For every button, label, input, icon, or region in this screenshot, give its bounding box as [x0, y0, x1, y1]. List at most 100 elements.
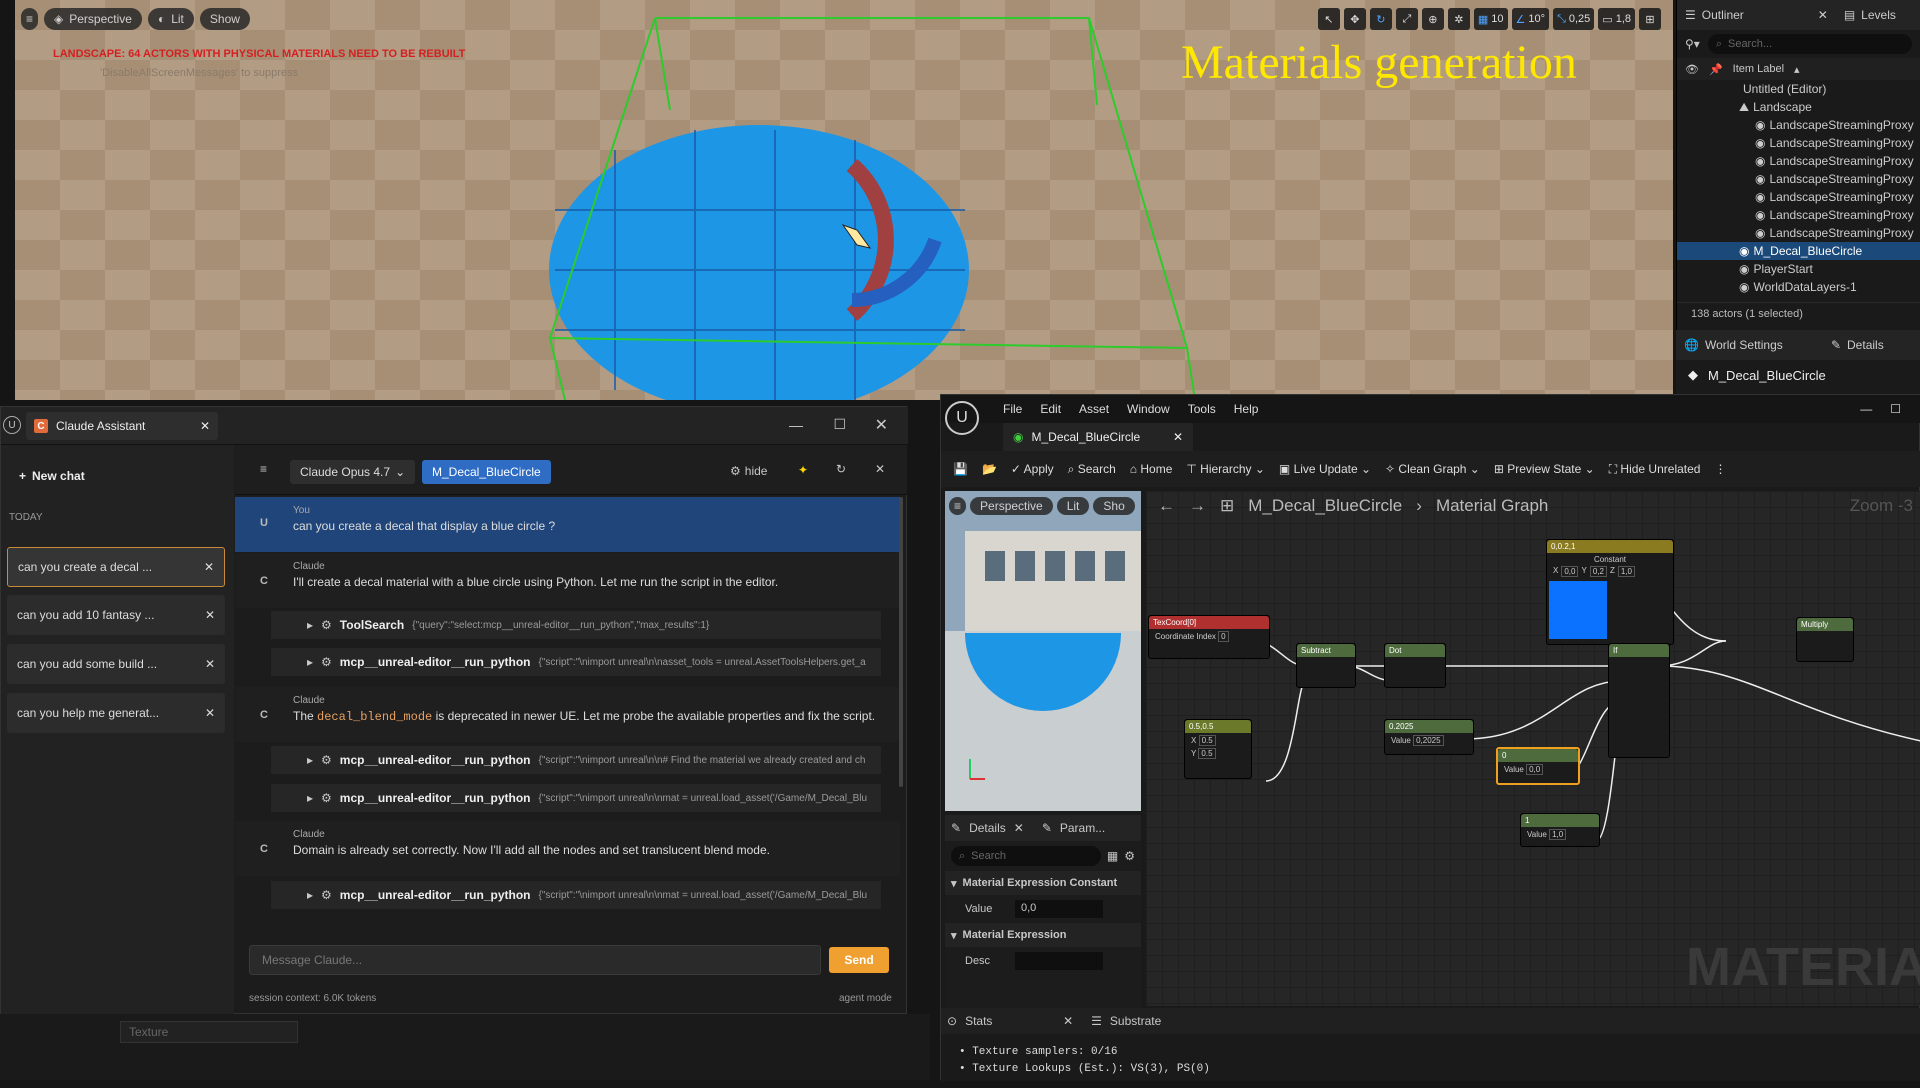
outliner-row[interactable]: ◉ LandscapeStreamingProxy: [1677, 134, 1920, 152]
outliner-row[interactable]: ⛰ Landscape: [1677, 98, 1920, 116]
send-button[interactable]: Send: [829, 947, 889, 973]
preview-perspective-button[interactable]: Perspective: [970, 497, 1053, 515]
live-update-button[interactable]: ▣ Live Update ⌄: [1279, 462, 1371, 476]
delete-icon[interactable]: ✕: [204, 560, 214, 574]
substrate-tab[interactable]: Substrate: [1110, 1014, 1161, 1028]
perspective-button[interactable]: ◈ Perspective: [44, 8, 142, 30]
more-options-icon[interactable]: ⋮: [1714, 462, 1726, 476]
value-field[interactable]: 0,0: [1015, 900, 1103, 918]
close-icon[interactable]: ✕: [1014, 821, 1024, 835]
model-selector[interactable]: Claude Opus 4.7 ⌄: [290, 460, 416, 484]
menu-file[interactable]: File: [1003, 402, 1022, 416]
material-graph[interactable]: ← → ⊞ M_Decal_BlueCircle › Material Grap…: [1146, 491, 1920, 1006]
tool-call-row[interactable]: ▸ ⚙ mcp__unreal-editor__run_python {"scrip…: [271, 648, 881, 676]
close-icon[interactable]: ✕: [1063, 1014, 1073, 1028]
minimize-icon[interactable]: —: [1860, 402, 1872, 416]
preview-state-button[interactable]: ⊞ Preview State ⌄: [1494, 462, 1595, 476]
value-field[interactable]: 1,0: [1549, 829, 1567, 840]
scale-snap-button[interactable]: ⤡ 0,25: [1553, 8, 1595, 30]
material-asset-tab[interactable]: ◉ M_Decal_BlueCircle ✕: [1003, 423, 1193, 451]
move-icon[interactable]: ✥: [1343, 8, 1366, 30]
outliner-row[interactable]: ◉ LandscapeStreamingProxy: [1677, 188, 1920, 206]
outliner-row[interactable]: Untitled (Editor): [1677, 80, 1920, 98]
outliner-row[interactable]: ◉ PlayerStart: [1677, 260, 1920, 278]
sparkle-icon[interactable]: ✦: [798, 463, 808, 477]
outliner-row[interactable]: ◉ LandscapeStreamingProxy: [1677, 170, 1920, 188]
lit-button[interactable]: ◐ Lit: [147, 8, 194, 30]
select-mode-icon[interactable]: ↖: [1317, 8, 1340, 30]
refresh-icon[interactable]: ↻: [836, 462, 846, 476]
rotate-icon[interactable]: ↻: [1369, 8, 1392, 30]
save-icon[interactable]: 💾: [953, 462, 968, 476]
world-settings-tab[interactable]: World Settings: [1705, 338, 1825, 352]
z-value-field[interactable]: 1,0: [1617, 566, 1635, 577]
history-item[interactable]: can you add some build ... ✕: [7, 644, 225, 684]
settings-gear-icon[interactable]: ⚙: [1124, 849, 1135, 863]
stats-tab[interactable]: Stats: [965, 1014, 1055, 1028]
delete-icon[interactable]: ✕: [205, 706, 215, 720]
message-input[interactable]: Message Claude...: [249, 945, 821, 975]
filter-icon[interactable]: ⚲▾: [1685, 37, 1700, 51]
home-button[interactable]: ⌂ Home: [1130, 462, 1173, 476]
details-tab[interactable]: Details: [969, 821, 1006, 835]
value-field[interactable]: 0,2025: [1413, 735, 1444, 746]
camera-speed-button[interactable]: ▭ 1,8: [1598, 8, 1635, 30]
tool-call-row[interactable]: ▸ ⚙ mcp__unreal-editor__run_python {"scrip…: [271, 746, 881, 774]
x-value-field[interactable]: 0,0: [1561, 566, 1579, 577]
clean-graph-button[interactable]: ✧ Clean Graph ⌄: [1385, 462, 1480, 476]
menu-tools[interactable]: Tools: [1188, 402, 1216, 416]
menu-icon[interactable]: ≡: [260, 462, 267, 476]
menu-help[interactable]: Help: [1234, 402, 1259, 416]
preview-lit-button[interactable]: Lit: [1056, 497, 1090, 515]
outliner-row[interactable]: ◉ LandscapeStreamingProxy: [1677, 152, 1920, 170]
viewport-layout-icon[interactable]: ⊞: [1639, 8, 1661, 30]
dot-node[interactable]: Dot: [1384, 643, 1446, 688]
constant-2025-node[interactable]: 0.2025 Value 0,2025: [1384, 719, 1474, 755]
constant2-node[interactable]: 0.5,0.5 X 0.5 Y 0.5: [1184, 719, 1252, 779]
close-icon[interactable]: ✕: [1818, 8, 1828, 22]
constant-1-node[interactable]: 1 Value 1,0: [1520, 813, 1600, 847]
delete-icon[interactable]: ✕: [205, 657, 215, 671]
scale-icon[interactable]: ⤢: [1395, 8, 1418, 30]
if-node[interactable]: If: [1608, 643, 1670, 758]
close-tab-icon[interactable]: ✕: [1173, 430, 1183, 444]
texcoord-node[interactable]: TexCoord[0] Coordinate Index 0: [1148, 615, 1270, 659]
tool-call-row[interactable]: ▸ ⚙ ToolSearch {"query":"select:mcp__unrea…: [271, 611, 881, 639]
tool-call-row[interactable]: ▸ ⚙ mcp__unreal-editor__run_python {"scrip…: [271, 784, 881, 812]
texture-field[interactable]: Texture: [120, 1021, 298, 1043]
outliner-row[interactable]: ◉ LandscapeStreamingProxy: [1677, 116, 1920, 134]
delete-icon[interactable]: ✕: [205, 608, 215, 622]
level-viewport[interactable]: ≡ ◈ Perspective ◐ Lit Show ↖ ✥ ↻ ⤢ ⊕ ✲ ▦ 10…: [15, 0, 1673, 400]
tool-call-row[interactable]: ▸ ⚙ mcp__unreal-editor__run_python {"scrip…: [271, 881, 881, 909]
desc-field[interactable]: [1015, 952, 1103, 970]
section-expression-constant[interactable]: ▾ Material Expression Constant: [945, 871, 1141, 895]
maximize-icon[interactable]: ☐: [1890, 402, 1901, 416]
history-item[interactable]: can you add 10 fantasy ... ✕: [7, 595, 225, 635]
close-window-icon[interactable]: ✕: [875, 415, 888, 435]
preview-show-button[interactable]: Sho: [1093, 497, 1135, 515]
hide-button[interactable]: ⚙ hide: [730, 464, 767, 478]
table-view-icon[interactable]: ▦: [1107, 849, 1118, 863]
browse-icon[interactable]: 📂: [982, 462, 997, 476]
y-value-field[interactable]: 0.5: [1198, 748, 1216, 759]
hamburger-menu-button[interactable]: ≡: [21, 8, 39, 30]
constant3vector-node[interactable]: 0,0.2,1 Constant X 0,0 Y 0,2 Z 1,0: [1546, 539, 1674, 645]
minimize-icon[interactable]: —: [789, 417, 803, 433]
grid-snap-button[interactable]: ▦ 10: [1473, 8, 1508, 30]
rotation-snap-button[interactable]: ∠ 10°: [1511, 8, 1550, 30]
hierarchy-button[interactable]: ⊤ Hierarchy ⌄: [1186, 462, 1265, 476]
claude-assistant-tab[interactable]: C Claude Assistant ✕: [26, 412, 218, 440]
surface-snap-icon[interactable]: ✲: [1447, 8, 1470, 30]
node-param-value[interactable]: 0: [1218, 631, 1229, 642]
menu-edit[interactable]: Edit: [1040, 402, 1061, 416]
apply-button[interactable]: ✓ Apply: [1011, 462, 1054, 476]
close-chat-icon[interactable]: ✕: [875, 462, 885, 476]
outliner-row[interactable]: ◉ WorldDataLayers-1: [1677, 278, 1920, 296]
section-material-expression[interactable]: ▾ Material Expression: [945, 923, 1141, 947]
maximize-icon[interactable]: ☐: [833, 416, 846, 433]
history-item[interactable]: can you help me generat... ✕: [7, 693, 225, 733]
y-value-field[interactable]: 0,2: [1589, 566, 1607, 577]
close-tab-icon[interactable]: ✕: [200, 419, 210, 433]
menu-asset[interactable]: Asset: [1079, 402, 1109, 416]
params-tab[interactable]: Param...: [1060, 821, 1105, 835]
